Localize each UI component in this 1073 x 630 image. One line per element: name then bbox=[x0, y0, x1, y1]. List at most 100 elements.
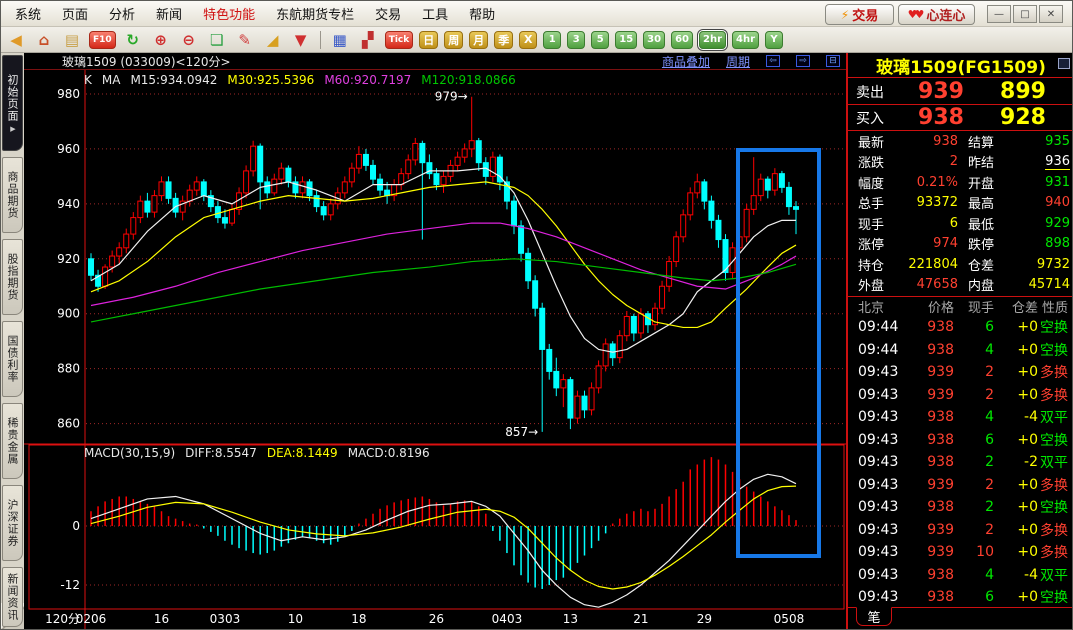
tick-nature: 多换 bbox=[1038, 475, 1073, 495]
period-60min-button[interactable]: 60 bbox=[671, 31, 693, 49]
home-icon[interactable]: ⌂ bbox=[33, 30, 55, 50]
candle-body bbox=[406, 160, 411, 174]
period-1min-button[interactable]: 1 bbox=[543, 31, 561, 49]
refresh-icon[interactable]: ↻ bbox=[122, 30, 144, 50]
legend-m15: M15:934.0942 bbox=[130, 73, 217, 87]
nav-right-icon[interactable]: ⇨ bbox=[796, 55, 810, 67]
tab-tick-detail[interactable]: 笔 bbox=[856, 607, 892, 626]
period-season-button[interactable]: 季 bbox=[494, 31, 513, 49]
contract-title: 玻璃1509(FG1509) bbox=[876, 53, 1046, 78]
period-2hr-button[interactable]: 2hr bbox=[699, 31, 726, 49]
candle-body bbox=[765, 179, 770, 190]
trend-chart-icon[interactable]: ▞ bbox=[357, 30, 379, 50]
tick-oi-change: +0 bbox=[994, 477, 1038, 493]
candle-body bbox=[660, 286, 665, 308]
candle-body bbox=[314, 196, 319, 207]
tick-col-header: 北京 bbox=[848, 297, 906, 316]
horn-icon[interactable]: ◢ bbox=[262, 30, 284, 50]
tick-row[interactable]: 09:4393910+0多换 bbox=[848, 541, 1073, 564]
sidebar-tab-商品期货[interactable]: 商品期货 bbox=[2, 157, 23, 233]
menu-item-东航期货专栏[interactable]: 东航期货专栏 bbox=[276, 4, 354, 23]
menu-item-新闻[interactable]: 新闻 bbox=[156, 4, 182, 23]
menu-item-系统[interactable]: 系统 bbox=[15, 4, 41, 23]
minimize-button[interactable]: — bbox=[987, 5, 1011, 23]
nav-left-icon[interactable]: ⇦ bbox=[766, 55, 780, 67]
overlay-link[interactable]: 商品叠加 bbox=[662, 53, 710, 70]
candle-body bbox=[568, 380, 573, 418]
tab-expand-arrow-icon[interactable]: ▶ bbox=[3, 125, 22, 133]
ask-label: 卖出 bbox=[848, 82, 904, 102]
menu-item-特色功能[interactable]: 特色功能 bbox=[203, 4, 255, 23]
period-week-button[interactable]: 周 bbox=[444, 31, 463, 49]
candle-body bbox=[596, 366, 601, 388]
tick-row[interactable]: 09:439384-4双平 bbox=[848, 406, 1073, 429]
candle-body bbox=[272, 179, 277, 193]
period-15min-button[interactable]: 15 bbox=[615, 31, 637, 49]
menu-item-工具[interactable]: 工具 bbox=[422, 4, 448, 23]
period-month-button[interactable]: 月 bbox=[469, 31, 488, 49]
x-axis-tick-label: 13 bbox=[563, 612, 578, 626]
tick-nature: 多换 bbox=[1038, 385, 1073, 405]
pencil-icon[interactable]: ✎ bbox=[234, 30, 256, 50]
tick-row[interactable]: 09:439384-4双平 bbox=[848, 564, 1073, 587]
menu-item-分析[interactable]: 分析 bbox=[109, 4, 135, 23]
heart-link-button[interactable]: ♥♥ 心连心 bbox=[898, 4, 975, 25]
zoom-out-icon[interactable]: ⊖ bbox=[178, 30, 200, 50]
period-30min-button[interactable]: 30 bbox=[643, 31, 665, 49]
sidebar-tab-初始页面[interactable]: 初始页面▶ bbox=[2, 55, 23, 151]
candle-body bbox=[589, 388, 594, 410]
restore-window-icon[interactable] bbox=[1058, 58, 1070, 69]
sidebar-tab-稀贵金属[interactable]: 稀贵金属 bbox=[2, 403, 23, 479]
tick-row[interactable]: 09:449386+0空换 bbox=[848, 316, 1073, 339]
zoom-in-icon[interactable]: ⊕ bbox=[150, 30, 172, 50]
candlestick-macd-chart[interactable]: 9809609409209008808600-12120分02061603031… bbox=[24, 53, 846, 630]
sidebar-tab-沪深证券[interactable]: 沪深证券 bbox=[2, 485, 23, 561]
period-link[interactable]: 周期 bbox=[726, 53, 750, 70]
maximize-button[interactable]: □ bbox=[1013, 5, 1037, 23]
stat-value: 6 bbox=[904, 216, 968, 231]
trading-app-window: 系统 页面 分析 新闻 特色功能 东航期货专栏 交易 工具 帮助 ⚡ 交易 ♥♥ 心连心 — □… bbox=[0, 0, 1073, 630]
back-arrow-icon[interactable]: ◀ bbox=[5, 30, 27, 50]
period-4hr-button[interactable]: 4hr bbox=[732, 31, 759, 49]
tick-row[interactable]: 09:439392+0多换 bbox=[848, 361, 1073, 384]
quote-table-icon[interactable]: ▦ bbox=[329, 30, 351, 50]
sidebar-tab-新闻资讯[interactable]: 新闻资讯 bbox=[2, 567, 23, 627]
tick-price: 938 bbox=[906, 567, 954, 583]
tick-table[interactable]: 09:449386+0空换09:449384+0空换09:439392+0多换0… bbox=[848, 316, 1073, 607]
period-year-button[interactable]: Y bbox=[765, 31, 783, 49]
close-button[interactable]: ✕ bbox=[1039, 5, 1063, 23]
tick-row[interactable]: 09:449384+0空换 bbox=[848, 339, 1073, 362]
period-x-button[interactable]: X bbox=[519, 31, 537, 49]
tick-row[interactable]: 09:439386+0空换 bbox=[848, 429, 1073, 452]
period-5min-button[interactable]: 5 bbox=[591, 31, 609, 49]
tick-row[interactable]: 09:439392+0多换 bbox=[848, 519, 1073, 542]
tick-row[interactable]: 09:439392+0多换 bbox=[848, 474, 1073, 497]
tick-price: 939 bbox=[906, 477, 954, 493]
tick-row[interactable]: 09:439386+0空换 bbox=[848, 586, 1073, 607]
y-axis-tick-label: 980 bbox=[57, 87, 80, 101]
funnel-icon[interactable]: ▼ bbox=[290, 30, 312, 50]
notes-icon[interactable]: ▤ bbox=[61, 30, 83, 50]
tick-button[interactable]: Tick bbox=[385, 31, 414, 49]
trade-button[interactable]: ⚡ 交易 bbox=[825, 4, 894, 25]
stat-value: 936 bbox=[1045, 154, 1070, 170]
f10-button[interactable]: F10 bbox=[89, 31, 116, 49]
menu-item-页面[interactable]: 页面 bbox=[62, 4, 88, 23]
period-3min-button[interactable]: 3 bbox=[567, 31, 585, 49]
tick-row[interactable]: 09:439382-2双平 bbox=[848, 451, 1073, 474]
x-axis-tick-label: 29 bbox=[697, 612, 712, 626]
period-day-button[interactable]: 日 bbox=[419, 31, 438, 49]
sidebar-tab-国债利率[interactable]: 国债利率 bbox=[2, 321, 23, 397]
tick-price: 938 bbox=[906, 589, 954, 605]
sidebar-tab-股指期货[interactable]: 股指期货 bbox=[2, 239, 23, 315]
split-view-icon[interactable]: ⊟ bbox=[826, 55, 840, 67]
menu-item-交易[interactable]: 交易 bbox=[375, 4, 401, 23]
layers-icon[interactable]: ❏ bbox=[206, 30, 228, 50]
tick-nature: 空换 bbox=[1038, 497, 1073, 517]
tick-row[interactable]: 09:439392+0多换 bbox=[848, 384, 1073, 407]
x-axis-tick-label: 0206 bbox=[76, 612, 107, 626]
menu-item-帮助[interactable]: 帮助 bbox=[469, 4, 495, 23]
tick-row[interactable]: 09:439382+0空换 bbox=[848, 496, 1073, 519]
candle-body bbox=[702, 182, 707, 201]
candle-body bbox=[131, 218, 136, 234]
